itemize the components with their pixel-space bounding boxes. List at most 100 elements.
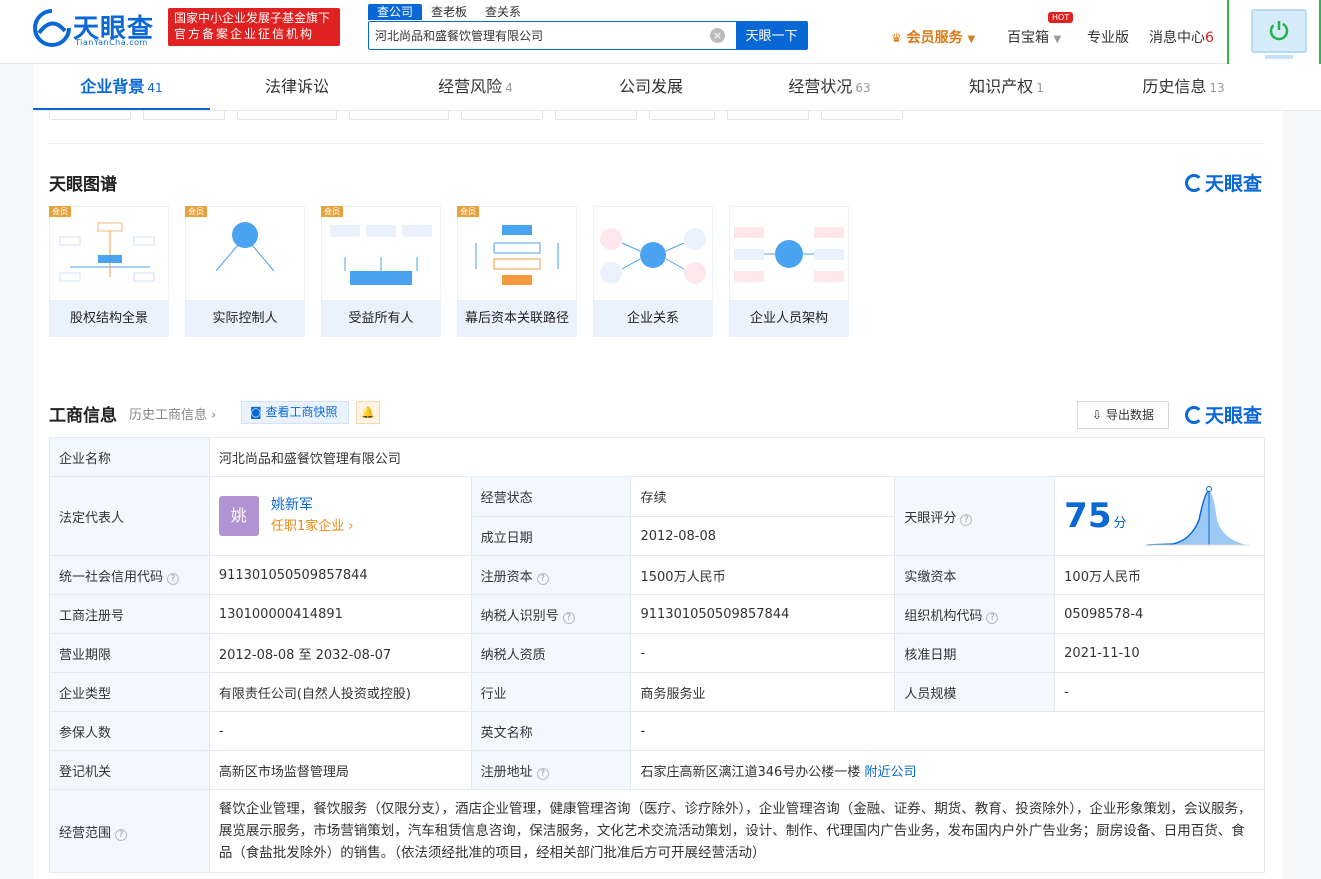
help-icon[interactable]: ?: [960, 513, 973, 526]
tab-ip[interactable]: 知识产权 1: [918, 64, 1095, 110]
credit-code-key: 统一社会信用代码?: [49, 555, 210, 595]
tab-label: 经营风险: [438, 77, 503, 96]
score-key: 天眼评分?: [894, 476, 1056, 556]
avatar[interactable]: 姚: [218, 496, 259, 536]
ghost-button[interactable]: [461, 111, 543, 120]
search-tab-boss[interactable]: 查老板: [422, 4, 476, 20]
tab-count: 13: [1209, 81, 1225, 95]
table-row: 企业名称 河北尚品和盛餐饮管理有限公司: [49, 437, 1266, 477]
ghost-button[interactable]: [649, 111, 715, 120]
search-tab-company[interactable]: 查公司: [368, 4, 423, 20]
tab-background[interactable]: 企业背景 41: [33, 64, 210, 110]
legal-rep-name-link[interactable]: 姚新军: [271, 494, 354, 516]
help-icon[interactable]: ?: [536, 767, 549, 780]
clear-icon[interactable]: ×: [710, 28, 725, 43]
reg-capital-value: 1500万人民币: [630, 555, 896, 595]
graph-card-label: 幕后资本关联路径: [464, 311, 569, 326]
score-value: 75: [1064, 496, 1112, 536]
history-business-link[interactable]: 历史工商信息 ›: [129, 404, 216, 423]
credit-code-key-label: 统一社会信用代码: [59, 569, 164, 585]
org-code-key: 组织机构代码?: [894, 594, 1056, 634]
table-row: 经营范围? 餐饮企业管理，餐饮服务（仅限分支），酒店企业管理，健康管理咨询（医疗…: [49, 789, 1266, 873]
vip-service-link[interactable]: ♛ 会员服务 ▼: [891, 27, 975, 47]
tab-risk[interactable]: 经营风险 4: [387, 64, 564, 110]
graph-card-relation[interactable]: 企业关系: [593, 206, 713, 337]
tab-development[interactable]: 公司发展: [564, 64, 741, 110]
taxpayer-id-key: 纳税人识别号?: [470, 594, 632, 634]
nearby-companies-link[interactable]: 附近公司: [864, 765, 916, 780]
tab-history[interactable]: 历史信息 13: [1095, 64, 1272, 110]
table-row: 登记机关 高新区市场监督管理局 注册地址? 石家庄高新区漓江道346号办公楼一楼…: [49, 750, 1265, 790]
ghost-button[interactable]: [821, 111, 903, 120]
graph-card-capital-path[interactable]: 会员 幕后资本关联路径: [457, 206, 577, 337]
paid-capital-value: 100万人民币: [1054, 555, 1265, 595]
address-key: 注册地址?: [470, 750, 632, 790]
graph-card-personnel[interactable]: 企业人员架构: [729, 206, 849, 337]
search-input[interactable]: [375, 22, 705, 49]
vip-tag: 会员: [185, 206, 207, 217]
tab-label: 经营状况: [788, 77, 853, 96]
paid-capital-key: 实缴资本: [894, 555, 1056, 595]
pro-link[interactable]: 专业版: [1087, 27, 1129, 47]
taxpayer-id-key-label: 纳税人识别号: [480, 608, 559, 624]
controller-diagram-icon: [185, 206, 305, 301]
help-icon[interactable]: ?: [562, 611, 575, 624]
history-business-label: 历史工商信息: [129, 408, 208, 423]
insured-key: 参保人数: [49, 711, 210, 751]
ghost-button[interactable]: [555, 111, 637, 120]
approval-date-key: 核准日期: [894, 633, 1056, 673]
help-icon[interactable]: ?: [167, 572, 180, 585]
search-button[interactable]: 天眼一下: [736, 22, 807, 49]
status-key: 经营状态: [470, 476, 632, 517]
ghost-button[interactable]: [349, 111, 449, 120]
authority-key: 登记机关: [49, 750, 210, 790]
message-center-link[interactable]: 消息中心6: [1149, 27, 1214, 47]
baibao-link[interactable]: 百宝箱 ▼: [1007, 27, 1061, 47]
score-cell[interactable]: 75 分: [1054, 476, 1265, 556]
graph-card-controller[interactable]: 会员 实际控制人: [185, 206, 305, 337]
graph-card-label: 企业关系: [626, 311, 679, 326]
tab-legal[interactable]: 法律诉讼: [210, 64, 387, 110]
divider: [49, 143, 1265, 144]
view-snapshot-button[interactable]: ◙ 查看工商快照: [241, 401, 349, 424]
monitor-base: [1265, 55, 1293, 59]
reg-number-key: 工商注册号: [49, 594, 210, 634]
tab-operation[interactable]: 经营状况 63: [741, 64, 918, 110]
search-type-tabs: 查公司 查老板 查关系: [368, 4, 530, 20]
graph-cards: 会员 股权结构全景 会员 实际控制人 会员 受益所有人 会员 幕后资本关联路径 …: [49, 206, 849, 337]
table-row: 统一社会信用代码? 911301050509857844 注册资本? 1500万…: [49, 555, 1265, 595]
graph-card-beneficiary[interactable]: 会员 受益所有人: [321, 206, 441, 337]
status-value: 存续: [630, 476, 896, 517]
badge-line-2: 官方备案企业征信机构: [174, 27, 315, 41]
logo-subtext: TianYanCha.com: [75, 38, 148, 47]
ghost-button[interactable]: [49, 111, 131, 120]
view-snapshot-label: 查看工商快照: [265, 405, 338, 419]
main-tabs: 企业背景 41 法律诉讼 经营风险 4 公司发展 经营状况 63 知识产权 1 历史信息…: [33, 64, 1321, 111]
help-icon[interactable]: ?: [115, 828, 128, 841]
staff-size-value: -: [1054, 672, 1265, 712]
bell-icon[interactable]: 🔔: [356, 401, 380, 424]
address-key-label: 注册地址: [480, 764, 533, 780]
org-code-key-label: 组织机构代码: [904, 608, 983, 624]
message-center-label: 消息中心: [1149, 30, 1205, 46]
baibao-label: 百宝箱: [1007, 30, 1049, 46]
company-name-key: 企业名称: [49, 437, 210, 477]
ghost-button[interactable]: [237, 111, 337, 120]
crown-icon: ♛: [891, 31, 902, 45]
help-icon[interactable]: ?: [536, 572, 549, 585]
vip-tag: 会员: [49, 206, 71, 217]
search-tab-relation[interactable]: 查关系: [476, 4, 530, 20]
tab-count: 4: [505, 81, 513, 95]
approval-date-value: 2021-11-10: [1054, 633, 1265, 673]
table-row: 法定代表人 姚 姚新军 任职1家企业 › 经营状态 存续 天眼评分? 75 分: [49, 476, 1265, 556]
legal-rep-positions-link[interactable]: 任职1家企业 ›: [271, 516, 354, 538]
graph-card-label: 受益所有人: [348, 311, 414, 326]
ghost-button[interactable]: [727, 111, 809, 120]
ghost-button[interactable]: [143, 111, 225, 120]
graph-card-equity[interactable]: 会员 股权结构全景: [49, 206, 169, 337]
main-content: 天眼图谱 天眼查 会员 股权结构全景 会员 实际控制人 会员 受益所有人 会员 …: [33, 111, 1283, 879]
help-icon[interactable]: ?: [986, 611, 999, 624]
export-data-button[interactable]: ⇩ 导出数据: [1077, 401, 1169, 429]
tianyancha-logo[interactable]: 天眼查 TianYanCha.com: [33, 8, 161, 48]
founded-key: 成立日期: [470, 516, 632, 556]
